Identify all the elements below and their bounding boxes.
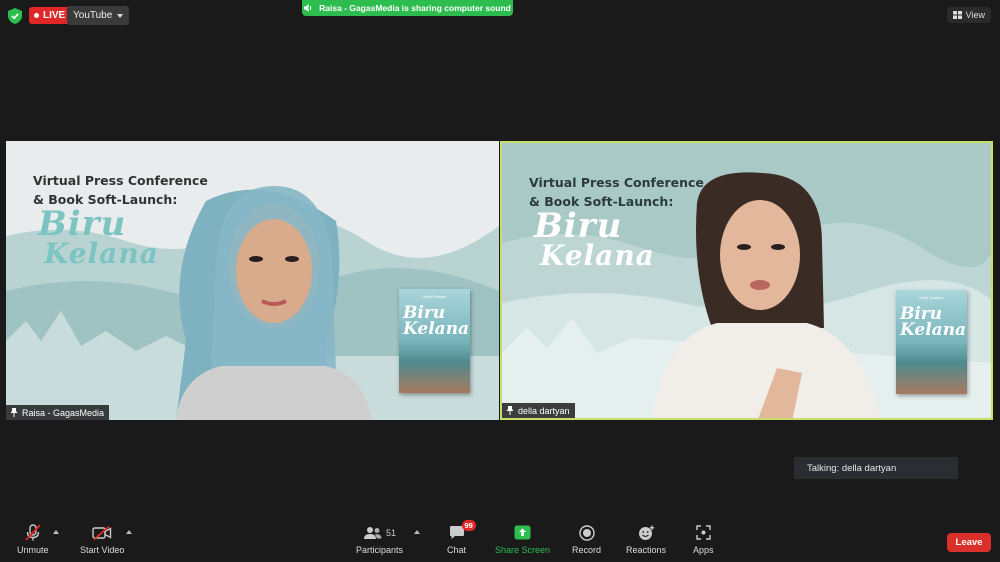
cover-title: Biru Kelana (403, 305, 470, 339)
share-screen-button[interactable]: Share Screen (495, 524, 550, 555)
chevron-down-icon (117, 13, 124, 18)
chat-label: Chat (447, 545, 467, 555)
unmute-button[interactable]: Unmute (17, 524, 49, 555)
cover-title-line2: Kelana (403, 319, 470, 339)
book-title-line2: Kelana (44, 237, 159, 270)
leave-button[interactable]: Leave (947, 533, 991, 552)
cover-author: Della Dartyan (422, 294, 447, 299)
grid-view-icon (952, 11, 962, 19)
stream-target-dropdown[interactable]: YouTube (67, 6, 130, 25)
reactions-button[interactable]: Reactions (626, 524, 666, 555)
cover-author: Della Dartyan (919, 295, 944, 300)
speaker-icon (304, 4, 312, 12)
view-label: View (965, 10, 985, 20)
chat-button[interactable]: 99 Chat (447, 520, 476, 555)
participants-label: Participants (356, 545, 404, 555)
pin-icon (10, 408, 18, 417)
slide-title-line1: Virtual Press Conference (529, 175, 704, 190)
reactions-label: Reactions (626, 545, 667, 555)
microphone-muted-icon (25, 524, 41, 541)
audio-options-chevron-icon[interactable] (53, 530, 59, 534)
reactions-smiley-icon (638, 525, 654, 540)
record-label: Record (572, 545, 602, 555)
stream-target-label: YouTube (73, 10, 113, 21)
leave-label: Leave (955, 537, 983, 548)
chat-unread-badge: 99 (461, 520, 476, 531)
start-video-button[interactable]: Start Video (80, 524, 124, 555)
record-button[interactable]: Record (572, 524, 601, 555)
pin-icon (506, 406, 514, 415)
participant-name-tag: Raisa - GagasMedia (6, 405, 110, 420)
apps-label: Apps (693, 545, 714, 555)
view-button[interactable]: View (946, 7, 991, 23)
zoom-meeting-window: LIVE YouTube Raisa - GagasMedia is shari… (0, 0, 1000, 562)
participants-options-chevron-icon[interactable] (414, 530, 420, 534)
encryption-shield-icon[interactable] (8, 8, 22, 24)
slide-title-line1: Virtual Press Conference (33, 173, 208, 188)
live-badge[interactable]: LIVE (29, 7, 72, 24)
share-screen-label: Share Screen (495, 545, 551, 555)
share-screen-icon (514, 525, 531, 540)
participant-name-tag: della dartyan (502, 403, 575, 418)
talking-indicator: Talking: della dartyan (794, 457, 958, 479)
cover-title: Biru Kelana (900, 306, 967, 340)
live-dot-icon (34, 13, 39, 18)
book-title-script: Biru Kelana (534, 209, 655, 272)
video-tile-della[interactable]: Virtual Press Conference & Book Soft-Lau… (500, 141, 993, 420)
video-tile-raisa[interactable]: Virtual Press Conference & Book Soft-Lau… (6, 141, 499, 420)
cover-title-line2: Kelana (900, 320, 967, 340)
start-video-label: Start Video (80, 545, 125, 555)
video-options-chevron-icon[interactable] (126, 530, 132, 534)
participant-name: Raisa - GagasMedia (22, 407, 105, 418)
live-label: LIVE (43, 10, 66, 21)
apps-button[interactable]: Apps (693, 524, 714, 555)
record-icon (578, 524, 595, 541)
participants-button[interactable]: 51 Participants (356, 524, 403, 555)
participant-name: della dartyan (518, 405, 570, 416)
apps-icon (696, 525, 711, 540)
book-title-line2: Kelana (540, 239, 655, 272)
book-cover: Della Dartyan Biru Kelana (896, 290, 967, 394)
unmute-label: Unmute (17, 545, 49, 555)
video-off-icon (92, 525, 112, 540)
meeting-toolbar: Unmute Start Video 51 Participants 99 Ch… (0, 518, 1000, 562)
book-title-script: Biru Kelana (38, 207, 159, 270)
participants-icon (364, 526, 382, 539)
participant-count: 51 (386, 527, 397, 538)
book-cover: Della Dartyan Biru Kelana (399, 289, 470, 393)
talking-text: Talking: della dartyan (807, 462, 897, 474)
sharing-sound-text: Raisa - GagasMedia is sharing computer s… (319, 3, 511, 13)
sharing-sound-banner: Raisa - GagasMedia is sharing computer s… (302, 0, 513, 16)
